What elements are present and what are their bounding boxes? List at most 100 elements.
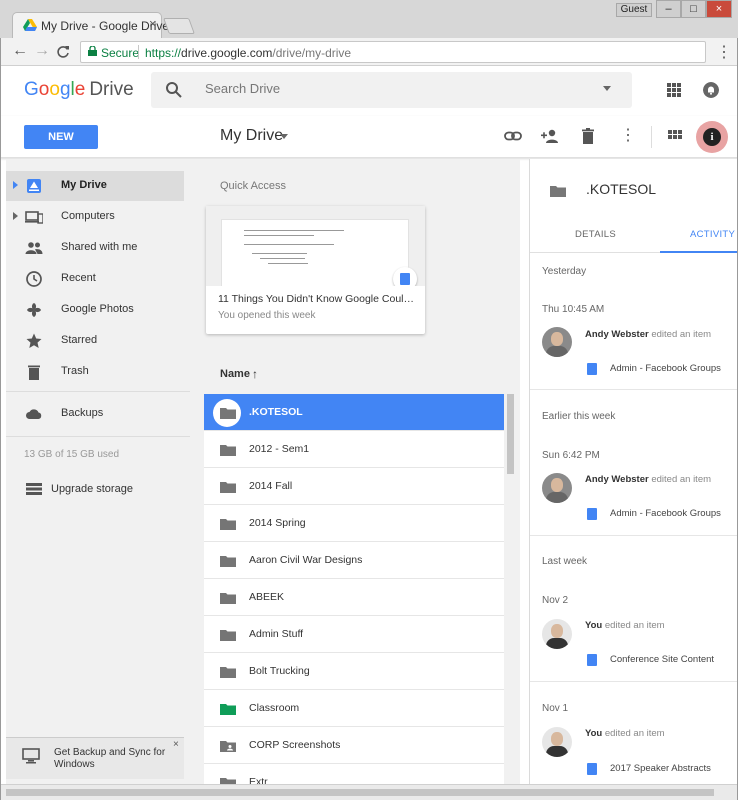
back-arrow-icon[interactable]: ← bbox=[12, 42, 28, 60]
details-tabs: DETAILS ACTIVITY bbox=[530, 215, 738, 253]
search-options-caret-icon[interactable] bbox=[603, 86, 611, 91]
document-thumbnail bbox=[206, 206, 425, 286]
activity-file-name: 2017 Speaker Abstracts bbox=[610, 763, 711, 774]
activity-text: You edited an item bbox=[585, 728, 665, 739]
notifications-icon[interactable] bbox=[703, 82, 719, 98]
sidebar-item-computers[interactable]: Computers bbox=[6, 202, 184, 232]
file-name: Admin Stuff bbox=[249, 628, 304, 640]
address-bar: ← → Secure https://drive.google.com/driv… bbox=[0, 38, 738, 66]
activity-file-name: Admin - Facebook Groups bbox=[610, 508, 721, 519]
delete-icon[interactable] bbox=[578, 126, 598, 146]
sidebar-item-label: Shared with me bbox=[61, 241, 138, 253]
location-menu-caret-icon[interactable] bbox=[280, 134, 288, 139]
view-details-button[interactable]: i bbox=[696, 121, 728, 153]
apps-grid-icon[interactable] bbox=[667, 83, 681, 97]
tab-activity[interactable]: ACTIVITY bbox=[690, 229, 735, 240]
activity-user: You bbox=[585, 620, 603, 631]
file-row[interactable]: Bolt Trucking bbox=[204, 653, 504, 690]
file-name: 2014 Fall bbox=[249, 480, 293, 492]
sidebar-item-label: Google Photos bbox=[61, 303, 134, 315]
avatar bbox=[542, 327, 572, 357]
activity-file-name: Admin - Facebook Groups bbox=[610, 363, 721, 374]
folder-icon bbox=[220, 667, 236, 678]
upgrade-storage-link[interactable]: Upgrade storage bbox=[6, 477, 184, 501]
horizontal-scrollbar-thumb[interactable] bbox=[6, 789, 714, 796]
forward-arrow-icon[interactable]: → bbox=[34, 42, 50, 60]
sidebar-item-google-photos[interactable]: Google Photos bbox=[6, 295, 184, 325]
minimize-icon[interactable]: – bbox=[656, 0, 681, 18]
file-row[interactable]: 2012 - Sem1 bbox=[204, 431, 504, 468]
search-input[interactable] bbox=[205, 81, 585, 96]
sidebar-item-shared-with-me[interactable]: Shared with me bbox=[6, 233, 184, 263]
my-drive-icon bbox=[27, 179, 41, 193]
folder-icon bbox=[220, 408, 236, 419]
file-name: Aaron Civil War Designs bbox=[249, 554, 363, 566]
file-row[interactable]: Admin Stuff bbox=[204, 616, 504, 653]
sort-ascending-icon[interactable]: ↑ bbox=[252, 367, 258, 381]
sidebar-item-backups[interactable]: Backups bbox=[6, 399, 184, 429]
url-field[interactable]: Secure https://drive.google.com/drive/my… bbox=[80, 41, 706, 63]
section-divider bbox=[530, 389, 738, 390]
file-list-scrollbar[interactable] bbox=[506, 394, 515, 784]
folder-icon bbox=[220, 519, 236, 530]
more-actions-icon[interactable]: ⋮ bbox=[618, 125, 638, 145]
new-button[interactable]: NEW bbox=[24, 125, 98, 149]
sidebar-item-trash[interactable]: Trash bbox=[6, 357, 184, 387]
expand-arrow-icon[interactable] bbox=[13, 181, 18, 189]
horizontal-scrollbar[interactable] bbox=[0, 784, 738, 800]
url-scheme: https:// bbox=[145, 46, 182, 60]
expand-arrow-icon[interactable] bbox=[13, 212, 18, 220]
file-row[interactable]: .KOTESOL bbox=[204, 394, 504, 431]
file-name: CORP Screenshots bbox=[249, 739, 341, 751]
sidebar-item-my-drive[interactable]: My Drive bbox=[6, 171, 184, 201]
folder-icon bbox=[220, 630, 236, 641]
tab-details[interactable]: DETAILS bbox=[575, 229, 616, 240]
folder-icon bbox=[220, 445, 236, 456]
location-title[interactable]: My Drive bbox=[220, 127, 283, 145]
grid-view-icon[interactable] bbox=[665, 126, 685, 146]
browser-tab[interactable]: My Drive - Google Drive × bbox=[12, 12, 169, 38]
add-people-icon[interactable] bbox=[540, 126, 560, 146]
quick-access-card[interactable]: 11 Things You Didn't Know Google Could D… bbox=[206, 206, 425, 334]
sidebar: My Drive Computers Shared with me Recent bbox=[6, 159, 190, 784]
file-name: Bolt Trucking bbox=[249, 665, 310, 677]
search-bar[interactable] bbox=[151, 72, 632, 108]
photos-pinwheel-icon bbox=[27, 303, 41, 317]
profile-badge[interactable]: Guest bbox=[616, 3, 652, 17]
google-drive-logo[interactable]: Google Drive bbox=[24, 79, 134, 101]
promo-text: Get Backup and Sync for Windows bbox=[54, 747, 166, 770]
reload-icon[interactable] bbox=[56, 45, 70, 59]
close-tab-icon[interactable]: × bbox=[149, 16, 157, 31]
sidebar-divider bbox=[6, 436, 190, 437]
monitor-icon bbox=[22, 748, 40, 764]
activity-action: edited an item bbox=[651, 474, 712, 485]
name-column-header[interactable]: Name bbox=[220, 368, 250, 380]
drive-favicon-icon bbox=[23, 19, 37, 31]
scrollbar-thumb[interactable] bbox=[507, 394, 514, 474]
backup-sync-promo[interactable]: Get Backup and Sync for Windows × bbox=[6, 737, 184, 779]
close-window-icon[interactable]: × bbox=[706, 0, 732, 18]
close-promo-icon[interactable]: × bbox=[173, 739, 179, 750]
file-row[interactable]: ABEEK bbox=[204, 579, 504, 616]
quick-access-subtitle: You opened this week bbox=[218, 310, 316, 321]
maximize-icon[interactable]: □ bbox=[681, 0, 706, 18]
avatar bbox=[542, 619, 572, 649]
sidebar-divider bbox=[6, 391, 190, 392]
get-link-icon[interactable] bbox=[503, 126, 523, 146]
file-row[interactable]: 2014 Fall bbox=[204, 468, 504, 505]
file-row[interactable]: Extr bbox=[204, 764, 504, 784]
active-tab-indicator bbox=[660, 251, 738, 253]
sidebar-item-recent[interactable]: Recent bbox=[6, 264, 184, 294]
activity-section-label: Last week bbox=[542, 556, 588, 567]
secure-label: Secure bbox=[101, 46, 140, 60]
activity-section-label: Yesterday bbox=[542, 266, 587, 277]
sidebar-item-starred[interactable]: Starred bbox=[6, 326, 184, 356]
activity-text: Andy Webster edited an item bbox=[585, 329, 711, 340]
file-row[interactable]: CORP Screenshots bbox=[204, 727, 504, 764]
file-row[interactable]: Aaron Civil War Designs bbox=[204, 542, 504, 579]
search-icon[interactable] bbox=[165, 81, 183, 99]
new-tab-button[interactable] bbox=[163, 18, 195, 34]
file-row[interactable]: 2014 Spring bbox=[204, 505, 504, 542]
file-row[interactable]: Classroom bbox=[204, 690, 504, 727]
browser-menu-icon[interactable]: ⋮ bbox=[716, 42, 732, 62]
